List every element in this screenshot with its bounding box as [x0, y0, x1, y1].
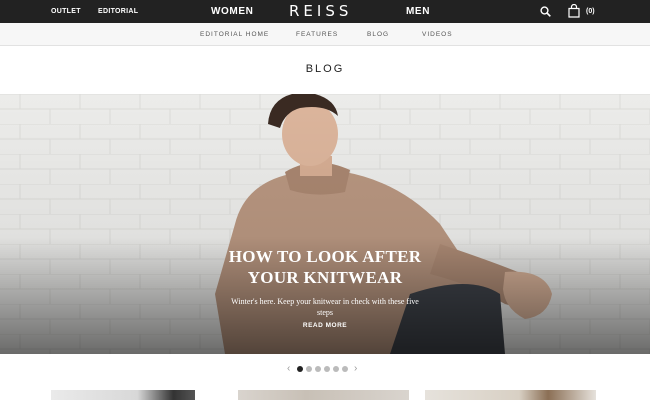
article-thumbnail[interactable]	[51, 390, 195, 400]
editorial-subnav: EDITORIAL HOME FEATURES BLOG VIDEOS	[0, 23, 650, 46]
subnav-features[interactable]: FEATURES	[296, 23, 338, 46]
carousel-controls: ‹ ›	[0, 362, 650, 376]
carousel-prev-icon[interactable]: ‹	[287, 362, 290, 376]
carousel-next-icon[interactable]: ›	[354, 362, 357, 376]
subnav-blog[interactable]: BLOG	[367, 23, 389, 46]
search-icon[interactable]	[540, 6, 551, 17]
carousel-dot[interactable]	[315, 366, 321, 372]
nav-editorial-link[interactable]: EDITORIAL	[98, 0, 138, 23]
carousel-dot[interactable]	[324, 366, 330, 372]
read-more-link[interactable]: READ MORE	[290, 322, 360, 329]
bag-count[interactable]: (0)	[586, 0, 595, 23]
page-title: BLOG	[305, 63, 345, 75]
brand-logo[interactable]: REISS	[289, 0, 352, 23]
hero-banner[interactable]: HOW TO LOOK AFTER YOUR KNITWEAR Winter's…	[0, 94, 650, 354]
carousel-dot[interactable]	[342, 366, 348, 372]
nav-outlet-link[interactable]: OUTLET	[51, 0, 81, 23]
hero-subtitle: Winter's here. Keep your knitwear in che…	[231, 297, 419, 317]
hero-headline-line-1: HOW TO LOOK AFTER	[228, 247, 422, 266]
article-thumbnail[interactable]	[238, 390, 409, 400]
carousel-dot[interactable]	[306, 366, 312, 372]
carousel-dot[interactable]	[297, 366, 303, 372]
hero-headline[interactable]: HOW TO LOOK AFTER YOUR KNITWEAR	[218, 246, 432, 288]
nav-women-link[interactable]: WOMEN	[211, 0, 253, 23]
subnav-videos[interactable]: VIDEOS	[422, 23, 453, 46]
article-thumbnail[interactable]	[425, 390, 596, 400]
shopping-bag-icon[interactable]	[568, 4, 580, 18]
subnav-editorial-home[interactable]: EDITORIAL HOME	[200, 23, 269, 46]
hero-headline-line-2: YOUR KNITWEAR	[247, 268, 403, 287]
carousel-dot[interactable]	[333, 366, 339, 372]
top-navigation-bar: OUTLET EDITORIAL WOMEN REISS MEN (0)	[0, 0, 650, 23]
nav-men-link[interactable]: MEN	[406, 0, 430, 23]
